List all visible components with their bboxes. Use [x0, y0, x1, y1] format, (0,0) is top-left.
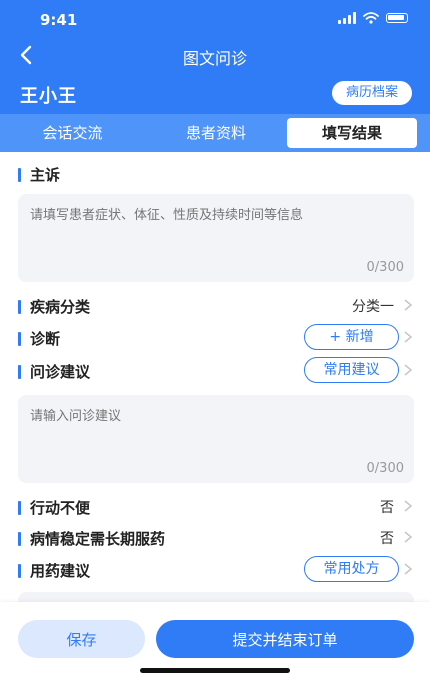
medication-label: 用药建议 [30, 562, 91, 580]
tab-conversation[interactable]: 会话交流 [0, 114, 145, 152]
patient-name: 王小王 [20, 86, 77, 107]
tab-patient-info[interactable]: 患者资料 [145, 114, 287, 152]
long-term-medication-label: 病情稳定需长期服药 [30, 530, 166, 548]
common-prescription-button[interactable]: 常用处方 [304, 556, 399, 582]
complaint-title: 主诉 [18, 164, 60, 185]
diagnosis-label: 诊断 [30, 330, 61, 348]
section-marker [18, 563, 21, 578]
section-marker [18, 500, 21, 515]
save-button[interactable]: 保存 [18, 620, 145, 658]
chevron-right-icon[interactable] [402, 363, 414, 377]
section-marker [18, 331, 21, 346]
section-marker [18, 364, 21, 379]
chevron-right-icon[interactable] [402, 530, 414, 544]
nav-bar: 图文问诊 [0, 36, 430, 76]
mobility-title[interactable]: 行动不便 [18, 497, 90, 518]
advice-counter: 0/300 [366, 461, 404, 476]
advice-label: 问诊建议 [30, 363, 91, 381]
section-marker [18, 299, 21, 314]
mobility-label: 行动不便 [30, 499, 91, 517]
medication-card[interactable] [18, 592, 414, 602]
complaint-label: 主诉 [30, 166, 61, 184]
section-marker [18, 531, 21, 546]
advice-title: 问诊建议 [18, 361, 90, 382]
advice-input[interactable] [18, 395, 414, 483]
diagnosis-title: 诊断 [18, 328, 60, 349]
chevron-right-icon[interactable] [402, 330, 414, 344]
cellular-signal-icon [338, 12, 356, 24]
add-diagnosis-button[interactable]: + 新增 [304, 324, 399, 350]
long-term-medication-title[interactable]: 病情稳定需长期服药 [18, 528, 165, 549]
result-form: 主诉 0/300 疾病分类 分类一 诊断 + 新增 问诊建议 常用建议 0/30… [0, 152, 430, 602]
chevron-right-icon[interactable] [402, 562, 414, 576]
submit-and-end-order-button[interactable]: 提交并结束订单 [156, 620, 414, 658]
status-icons [338, 12, 408, 24]
header: 9:41 图文问诊 王小王 病历档案 会话交流 患者资料 填写结果 [0, 0, 430, 152]
battery-icon [386, 13, 408, 23]
complaint-input[interactable] [18, 194, 414, 282]
wifi-icon [363, 12, 379, 24]
disease-category-value[interactable]: 分类一 [352, 296, 394, 316]
tab-bar: 会话交流 患者资料 填写结果 [0, 114, 430, 152]
status-bar: 9:41 [0, 0, 430, 36]
tab-fill-result[interactable]: 填写结果 [287, 118, 417, 148]
disease-category-label: 疾病分类 [30, 298, 91, 316]
mobility-value[interactable]: 否 [380, 497, 394, 517]
section-marker [18, 167, 21, 182]
page-title: 图文问诊 [182, 49, 247, 68]
chevron-right-icon[interactable] [402, 499, 414, 513]
common-advice-button[interactable]: 常用建议 [304, 357, 399, 383]
complaint-counter: 0/300 [366, 260, 404, 275]
long-term-medication-value[interactable]: 否 [380, 528, 394, 548]
status-time: 9:41 [40, 11, 78, 29]
home-indicator [140, 668, 290, 673]
chevron-right-icon[interactable] [402, 298, 414, 312]
medication-title: 用药建议 [18, 560, 90, 581]
disease-category-title[interactable]: 疾病分类 [18, 296, 90, 317]
medical-records-button[interactable]: 病历档案 [331, 81, 412, 105]
